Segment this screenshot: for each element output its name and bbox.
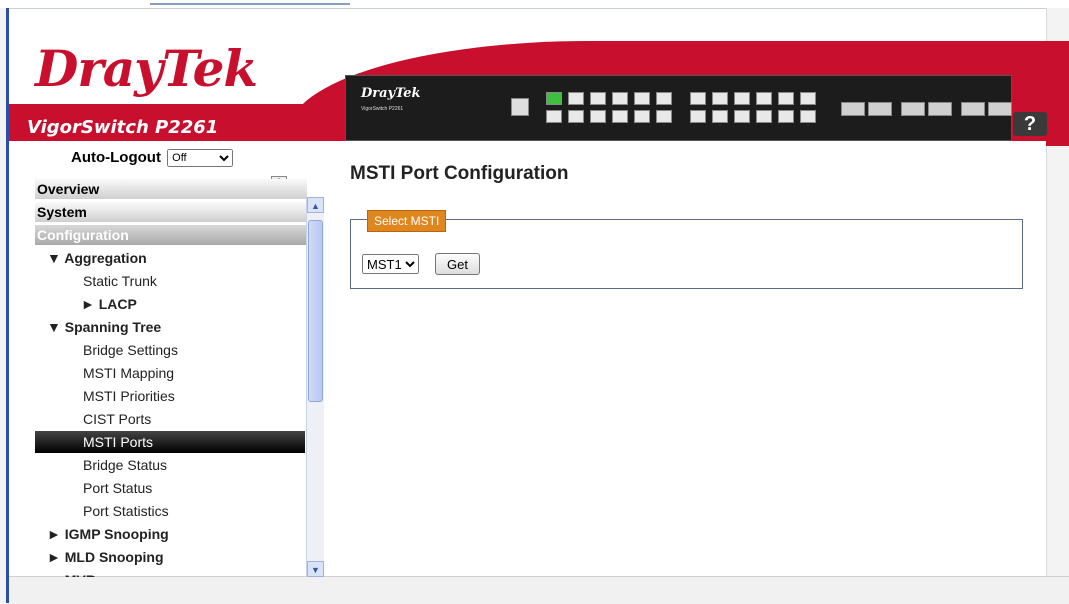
ethernet-port — [568, 110, 584, 123]
ethernet-port — [568, 92, 584, 105]
ethernet-port — [800, 92, 816, 105]
sidebar-scrollbar[interactable]: ▲ ▼ — [306, 197, 324, 577]
ethernet-port — [546, 110, 562, 123]
ethernet-port — [590, 110, 606, 123]
tree-item-bridge-status[interactable]: Bridge Status — [35, 454, 305, 476]
browser-status-bar — [9, 576, 1069, 604]
auto-logout-control: Auto-Logout Off — [71, 149, 234, 168]
ethernet-port — [656, 92, 672, 105]
tab-indicator — [150, 3, 350, 5]
ethernet-port — [634, 92, 650, 105]
sfp-port — [868, 102, 892, 116]
sidebar: Auto-Logout Off + Overview System Config… — [9, 141, 324, 577]
help-button[interactable]: ? — [1013, 112, 1047, 136]
tree-item-lacp[interactable]: ► LACP — [35, 293, 305, 315]
tree-item-mvr[interactable]: ► MVR — [35, 569, 305, 577]
tree-item-msti-mapping[interactable]: MSTI Mapping — [35, 362, 305, 384]
auto-logout-select[interactable]: Off — [167, 149, 234, 168]
tree-item-spanning-tree[interactable]: ▼ Spanning Tree — [35, 316, 305, 338]
ethernet-port — [634, 110, 650, 123]
device-front-panel-image: DrayTek VigorSwitch P2261 — [345, 75, 1012, 141]
page-title: MSTI Port Configuration — [350, 163, 569, 184]
tree-item-msti-priorities[interactable]: MSTI Priorities — [35, 385, 305, 407]
menu-system[interactable]: System — [35, 202, 307, 222]
sfp-port — [961, 102, 985, 116]
ethernet-port — [712, 110, 728, 123]
ethernet-port — [734, 92, 750, 105]
menu-configuration[interactable]: Configuration — [35, 225, 307, 245]
ethernet-port — [690, 110, 706, 123]
ethernet-port — [756, 110, 772, 123]
browser-left-frame — [0, 8, 9, 603]
tree-item-aggregation[interactable]: ▼ Aggregation — [35, 247, 305, 269]
draytek-logo: DrayTek — [35, 39, 258, 98]
ethernet-port — [778, 92, 794, 105]
header-banner: DrayTek VigorSwitch P2261 DrayTek VigorS… — [9, 9, 1069, 146]
main-content: MSTI Port Configuration Select MSTI MST1… — [324, 141, 1046, 576]
configuration-tree: ▼ Aggregation Static Trunk ► LACP ▼ Span… — [35, 247, 305, 577]
sfp-port — [901, 102, 925, 116]
ethernet-port — [546, 92, 562, 105]
msti-select[interactable]: MST1 — [362, 254, 419, 274]
model-name: VigorSwitch P2261 — [27, 117, 219, 138]
ethernet-port — [778, 110, 794, 123]
sfp-port — [928, 102, 952, 116]
tree-item-port-statistics[interactable]: Port Statistics — [35, 500, 305, 522]
scroll-thumb[interactable] — [308, 220, 323, 402]
tree-item-port-status[interactable]: Port Status — [35, 477, 305, 499]
ethernet-port — [656, 110, 672, 123]
device-brand: DrayTek — [361, 86, 421, 101]
tree-item-igmp-snooping[interactable]: ► IGMP Snooping — [35, 523, 305, 545]
sfp-port — [841, 102, 865, 116]
tree-item-msti-ports[interactable]: MSTI Ports — [35, 431, 305, 453]
ethernet-port — [612, 110, 628, 123]
ethernet-port — [756, 92, 772, 105]
ethernet-port — [734, 110, 750, 123]
auto-logout-label: Auto-Logout — [71, 149, 161, 166]
sfp-port — [988, 102, 1012, 116]
tree-item-cist-ports[interactable]: CIST Ports — [35, 408, 305, 430]
ethernet-port — [690, 92, 706, 105]
select-msti-legend: Select MSTI — [367, 210, 447, 232]
device-model-label: VigorSwitch P2261 — [361, 106, 404, 112]
tree-item-mld-snooping[interactable]: ► MLD Snooping — [35, 546, 305, 568]
menu-overview[interactable]: Overview — [35, 179, 307, 199]
scroll-up-icon[interactable]: ▲ — [307, 197, 324, 213]
ethernet-port — [800, 110, 816, 123]
select-msti-fieldset: Select MSTI MST1 Get — [350, 210, 1023, 289]
ethernet-port — [612, 92, 628, 105]
ethernet-port — [712, 92, 728, 105]
browser-top-frame — [0, 0, 1069, 9]
ethernet-port — [590, 92, 606, 105]
tree-item-bridge-settings[interactable]: Bridge Settings — [35, 339, 305, 361]
console-port — [511, 98, 529, 116]
tree-item-static-trunk[interactable]: Static Trunk — [35, 270, 305, 292]
scroll-down-icon[interactable]: ▼ — [307, 561, 324, 577]
get-button[interactable]: Get — [435, 253, 480, 275]
